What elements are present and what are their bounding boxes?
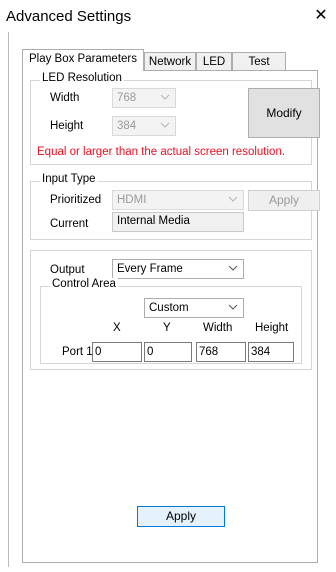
prioritized-label: Prioritized — [50, 194, 102, 206]
control-area-legend: Control Area — [50, 278, 118, 290]
height-dropdown: 384 — [112, 116, 176, 136]
apply-button[interactable]: Apply — [137, 506, 225, 527]
height-value: 384 — [117, 120, 137, 132]
prioritized-dropdown: HDMI — [112, 190, 244, 210]
output-value: Every Frame — [117, 263, 183, 275]
input-type-legend: Input Type — [40, 173, 98, 185]
port-1-label: Port 1 — [62, 346, 93, 358]
width-label: Width — [50, 92, 80, 104]
tab-play-box-parameters[interactable]: Play Box Parameters — [22, 49, 144, 71]
port-1-y-input[interactable]: 0 — [144, 342, 192, 362]
output-label: Output — [50, 264, 85, 276]
tab-test[interactable]: Test — [232, 52, 286, 71]
resolution-warning: Equal or larger than the actual screen r… — [37, 146, 286, 158]
column-header-y: Y — [163, 322, 171, 334]
port-1-height-input[interactable]: 384 — [248, 342, 294, 362]
port-1-x-input[interactable]: 0 — [92, 342, 142, 362]
width-value: 768 — [117, 92, 137, 104]
current-input-field: Internal Media — [112, 212, 244, 232]
tab-led[interactable]: LED — [196, 52, 232, 71]
height-label: Height — [50, 120, 84, 132]
width-dropdown: 768 — [112, 88, 176, 108]
chevron-down-icon — [160, 94, 170, 100]
input-apply-button: Apply — [248, 190, 320, 211]
port-1-width-input[interactable]: 768 — [196, 342, 246, 362]
modify-button[interactable]: Modify — [248, 88, 320, 138]
current-label: Current — [50, 218, 89, 230]
control-area-mode-value: Custom — [149, 302, 189, 314]
column-header-x: X — [113, 322, 121, 334]
led-resolution-legend: LED Resolution — [40, 72, 124, 84]
tab-network[interactable]: Network — [144, 52, 196, 71]
chevron-down-icon — [228, 304, 238, 310]
window-title: Advanced Settings — [6, 8, 132, 25]
output-dropdown[interactable]: Every Frame — [112, 259, 244, 279]
prioritized-value: HDMI — [117, 194, 147, 206]
column-header-height: Height — [255, 322, 289, 334]
chevron-down-icon — [228, 196, 238, 202]
chevron-down-icon — [160, 122, 170, 128]
window-border — [8, 32, 9, 567]
close-icon[interactable]: ✕ — [311, 6, 331, 26]
control-area-mode-dropdown[interactable]: Custom — [144, 298, 244, 318]
column-header-width: Width — [203, 322, 233, 334]
chevron-down-icon — [228, 265, 238, 271]
